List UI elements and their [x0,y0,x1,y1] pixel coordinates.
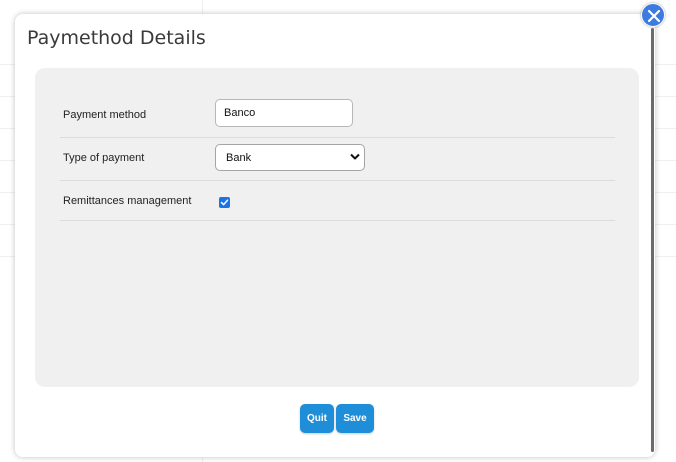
payment-method-label: Payment method [63,109,147,121]
quit-button[interactable]: Quit [300,404,334,433]
chevron-down-icon [350,153,360,160]
remittances-management-label: Remittances management [63,195,192,207]
type-of-payment-selected-value: Bank [226,152,252,164]
form-panel: Payment method Type of payment Bank Remi… [35,68,639,387]
close-button[interactable] [641,3,665,27]
checkmark-icon [220,199,229,206]
type-of-payment-select[interactable]: Bank [215,144,365,171]
remittances-management-checkbox[interactable] [219,197,230,208]
payment-method-input[interactable] [215,99,353,127]
type-of-payment-label: Type of payment [63,152,145,164]
close-icon [647,9,661,23]
dialog-title: Paymethod Details [27,27,206,49]
save-button[interactable]: Save [336,404,374,433]
remittances-management-row: Remittances management [60,180,615,221]
dialog-scrollbar[interactable] [651,28,654,452]
